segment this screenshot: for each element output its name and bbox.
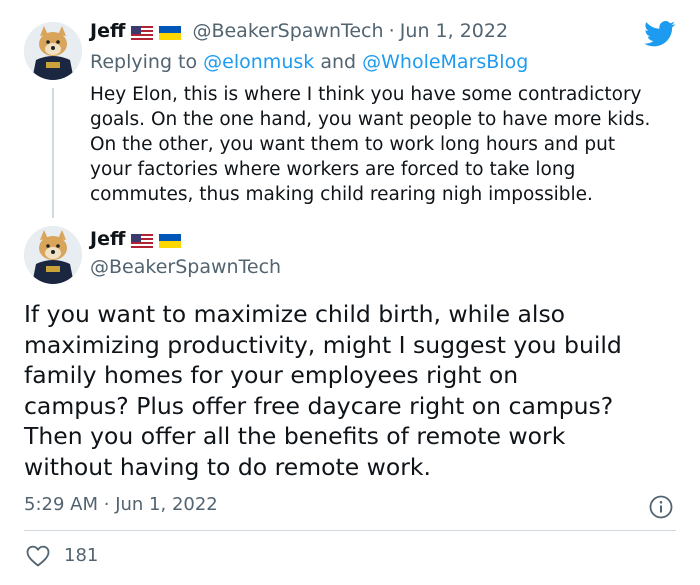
- tweet-text-line: On the other, you want them to work long…: [90, 134, 616, 155]
- like-count[interactable]: 181: [64, 545, 98, 566]
- tweet-text-line: your factories where workers are forced …: [90, 159, 576, 180]
- main-tweet-text: If you want to maximize child birth, whi…: [24, 299, 622, 482]
- tweet-date[interactable]: Jun 1, 2022: [400, 20, 508, 42]
- mention-link[interactable]: @WholeMarsBlog: [362, 51, 528, 73]
- author-name[interactable]: Jeff: [90, 228, 125, 250]
- tweet-text-line: commutes, thus making child rearing nigh…: [90, 184, 593, 205]
- us-flag-icon: [131, 25, 154, 40]
- divider: [24, 530, 676, 531]
- mention-link[interactable]: @elonmusk: [203, 51, 314, 73]
- tweet-text-line: goals. On the one hand, you want people …: [90, 109, 651, 130]
- tweet-text-line: family homes for your employees right on: [24, 361, 519, 389]
- twitter-bird-icon[interactable]: [644, 21, 676, 47]
- us-flag-icon: [131, 233, 154, 248]
- tweet-date: Jun 1, 2022: [115, 494, 218, 515]
- separator-dot: ·: [388, 20, 395, 42]
- tweet-time: 5:29 AM: [24, 494, 98, 515]
- tweet-text-line: Hey Elon, this is where I think you have…: [90, 84, 642, 105]
- tweet-text-line: If you want to maximize child birth, whi…: [24, 300, 566, 328]
- tweet-text-line: without having to do remote work.: [24, 452, 432, 481]
- author-name[interactable]: Jeff: [90, 20, 125, 42]
- avatar[interactable]: [24, 226, 82, 284]
- tweet-text-line: campus? Plus offer free daycare right on…: [24, 391, 614, 420]
- main-tweet-author: Jeff: [90, 228, 182, 250]
- avatar-image: [24, 22, 82, 80]
- first-tweet-text: Hey Elon, this is where I think you have…: [90, 82, 650, 207]
- separator-dot: ·: [103, 494, 110, 515]
- replying-label: Replying to: [90, 51, 198, 73]
- avatar[interactable]: [24, 22, 82, 80]
- tweet-text-line: maximizing productivity, might I suggest…: [24, 330, 622, 359]
- heart-icon[interactable]: [26, 545, 50, 567]
- author-handle[interactable]: @BeakerSpawnTech: [192, 20, 383, 42]
- replying-to: Replying to @elonmusk and @WholeMarsBlog: [90, 51, 528, 73]
- ukraine-flag-icon: [159, 233, 182, 248]
- ukraine-flag-icon: [159, 25, 182, 40]
- avatar-image: [24, 226, 82, 284]
- tweet-text-line: Then you offer all the benefits of remot…: [24, 422, 566, 450]
- tweet-timestamp[interactable]: 5:29 AM · Jun 1, 2022: [24, 494, 218, 515]
- replying-and: and: [320, 51, 357, 73]
- first-tweet-header: Jeff @BeakerSpawnTech · Jun 1, 2022: [90, 20, 508, 42]
- thread-connector-line: [52, 88, 54, 218]
- info-icon[interactable]: [649, 495, 673, 519]
- author-handle[interactable]: @BeakerSpawnTech: [90, 256, 281, 278]
